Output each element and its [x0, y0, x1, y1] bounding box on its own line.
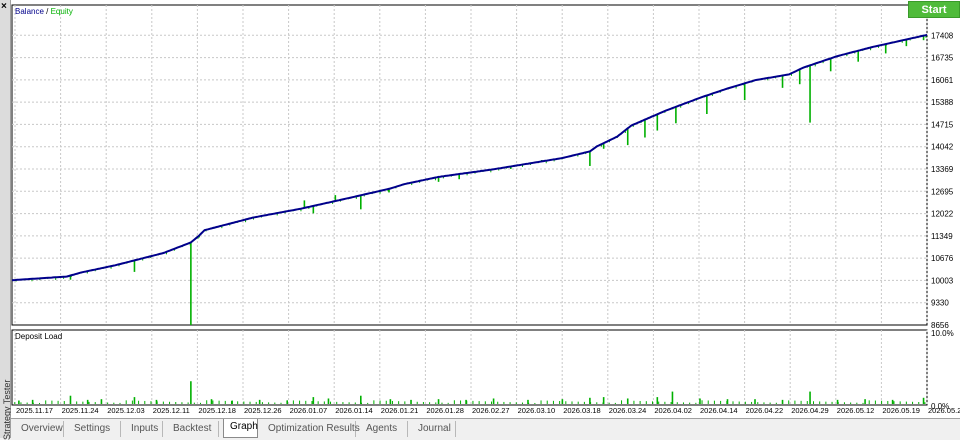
x-tick-label: 2026.04.14 — [700, 406, 738, 415]
x-tick-label: 2026.01.21 — [381, 406, 419, 415]
chart-area: 1808117408167351606115388147151404213369… — [11, 0, 960, 418]
legend-separator: / — [44, 7, 51, 16]
deposit-bottom-label: 0.0% — [931, 402, 949, 411]
x-tick-label: 2026.02.27 — [472, 406, 510, 415]
x-tick-label: 2026.04.29 — [791, 406, 829, 415]
x-tick-label: 2025.11.24 — [62, 406, 99, 415]
y-tick-label: 12022 — [931, 210, 954, 219]
x-tick-label: 2026.01.14 — [335, 406, 373, 415]
tab-overview[interactable]: Overview — [15, 421, 64, 437]
tab-label: Journal — [418, 423, 451, 434]
x-tick-label: 2026.04.22 — [746, 406, 784, 415]
tab-backtest[interactable]: Backtest — [167, 421, 219, 437]
x-tick-label: 2025.11.17 — [16, 406, 53, 415]
x-tick-label: 2026.03.24 — [609, 406, 647, 415]
tab-optimization-results[interactable]: Optimization Results — [262, 421, 360, 437]
y-tick-label: 9330 — [931, 299, 949, 308]
x-tick-label: 2025.12.18 — [198, 406, 236, 415]
tab-label: Optimization Results — [268, 423, 360, 434]
tab-bar: Overview Settings Inputs Backtest Graph Optim… — [11, 418, 960, 438]
x-tick-label: 2025.12.03 — [107, 406, 145, 415]
start-button[interactable]: Start — [908, 1, 960, 18]
y-tick-label: 17408 — [931, 31, 954, 40]
tab-agents[interactable]: Agents — [360, 421, 408, 437]
tab-label: Backtest — [173, 423, 212, 434]
y-tick-label: 15388 — [931, 98, 954, 107]
start-button-label: Start — [921, 4, 947, 16]
side-panel: × Strategy Tester — [0, 0, 12, 440]
x-tick-label: 2026.05.12 — [837, 406, 875, 415]
close-icon[interactable]: × — [1, 2, 7, 12]
y-tick-label: 16061 — [931, 76, 954, 85]
y-tick-label: 10003 — [931, 276, 954, 285]
y-tick-label: 11349 — [931, 232, 953, 241]
x-tick-label: 2026.05.19 — [882, 406, 920, 415]
x-tick-label: 2026.03.10 — [518, 406, 556, 415]
tab-label: Graph — [230, 421, 258, 432]
tab-journal[interactable]: Journal — [412, 421, 456, 437]
x-tick-label: 2026.01.28 — [426, 406, 464, 415]
y-tick-label: 14042 — [931, 143, 954, 152]
legend-equity: Equity — [51, 7, 73, 16]
deposit-load-title: Deposit Load — [15, 332, 62, 341]
y-tick-label: 13369 — [931, 165, 954, 174]
x-tick-label: 2026.01.07 — [290, 406, 328, 415]
tab-label: Agents — [366, 423, 398, 434]
tab-label: Inputs — [131, 423, 159, 434]
x-tick-label: 2025.12.11 — [153, 406, 190, 415]
x-tick-label: 2026.04.02 — [654, 406, 692, 415]
tab-inputs[interactable]: Inputs — [125, 421, 163, 437]
tab-settings[interactable]: Settings — [68, 421, 121, 437]
deposit-top-label: 10.0% — [931, 329, 954, 338]
y-tick-label: 10676 — [931, 254, 954, 263]
legend-balance: Balance — [15, 7, 44, 16]
y-tick-label: 16735 — [931, 54, 954, 63]
y-tick-label: 14715 — [931, 120, 954, 129]
chart-legend: Balance / Equity — [15, 7, 73, 16]
tab-label: Overview — [21, 423, 63, 434]
tab-graph[interactable]: Graph — [223, 419, 258, 438]
tester-graph-svg: 1808117408167351606115388147151404213369… — [11, 4, 960, 415]
tab-label: Settings — [74, 423, 111, 434]
x-tick-label: 2025.12.26 — [244, 406, 282, 415]
y-tick-label: 12695 — [931, 187, 954, 196]
x-tick-label: 2026.03.18 — [563, 406, 601, 415]
